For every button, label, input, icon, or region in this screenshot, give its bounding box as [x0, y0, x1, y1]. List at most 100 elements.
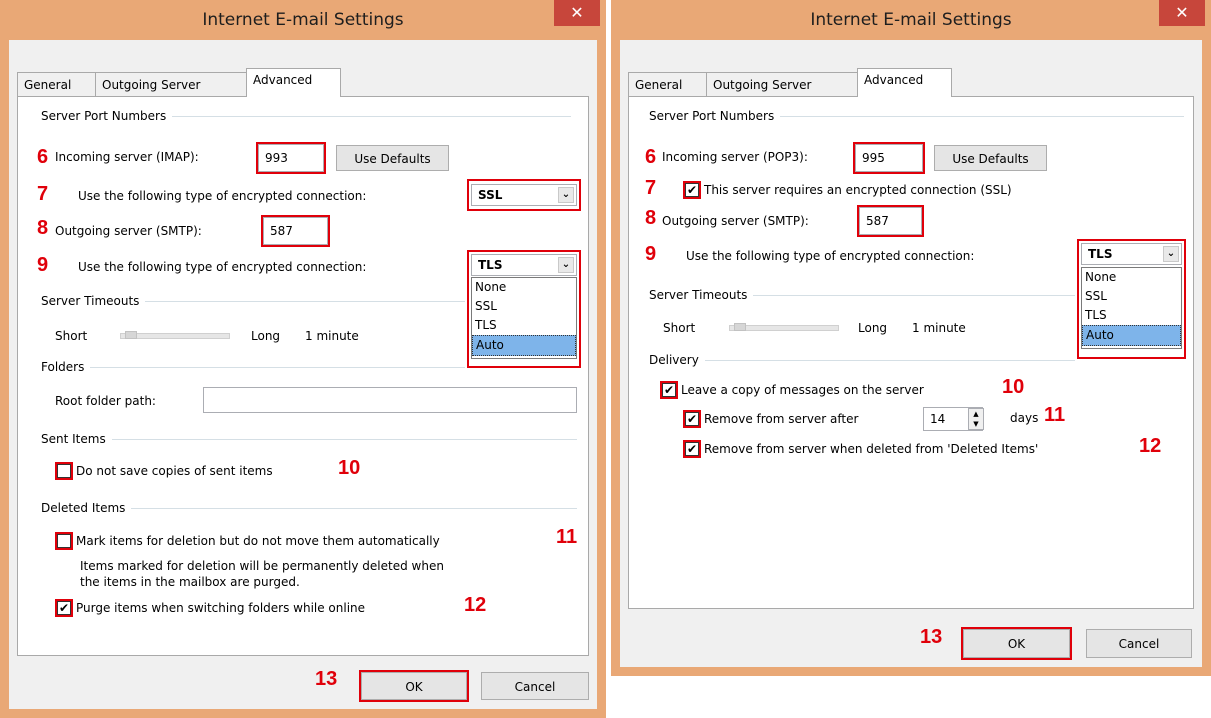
tab-outgoing-server[interactable]: Outgoing Server: [706, 72, 858, 96]
use-defaults-button[interactable]: Use Defaults: [336, 145, 449, 171]
root-folder-label: Root folder path:: [55, 394, 156, 408]
slider-short-label: Short: [663, 321, 696, 335]
remove-when-deleted-checkbox[interactable]: ✔: [683, 440, 701, 458]
incoming-server-label: Incoming server (POP3):: [662, 150, 808, 164]
deleted-items-group: Deleted Items: [41, 501, 577, 515]
tab-general[interactable]: General: [628, 72, 707, 96]
checkmark-icon: ✔: [663, 383, 675, 397]
slider-short-label: Short: [55, 329, 88, 343]
title-bar: Internet E-mail Settings ✕: [0, 0, 606, 40]
step-label-8: 8: [37, 217, 49, 239]
selected-value: SSL: [478, 188, 503, 202]
tab-general[interactable]: General: [17, 72, 96, 96]
internet-email-settings-dialog-imap: Internet E-mail Settings ✕ General Outgo…: [0, 0, 606, 718]
step-label-13: 13: [920, 626, 943, 648]
days-label: days: [1010, 411, 1039, 425]
step-label-9: 9: [645, 243, 657, 265]
do-not-save-sent-checkbox[interactable]: [55, 462, 73, 480]
step-label-7: 7: [37, 183, 49, 205]
leave-copy-label: Leave a copy of messages on the server: [681, 383, 924, 397]
step-label-11: 11: [556, 526, 578, 548]
timeout-value: 1 minute: [912, 321, 966, 335]
selected-value: TLS: [1088, 247, 1113, 261]
remove-after-label: Remove from server after: [704, 412, 859, 426]
close-icon: ✕: [570, 3, 584, 22]
ok-button[interactable]: OK: [359, 670, 469, 702]
require-ssl-checkbox[interactable]: ✔: [683, 181, 701, 199]
dropdown-option-auto[interactable]: Auto: [1082, 325, 1181, 346]
timeout-value: 1 minute: [305, 329, 359, 343]
checkmark-icon: ✔: [686, 412, 698, 426]
step-label-13: 13: [315, 668, 338, 690]
incoming-server-label: Incoming server (IMAP):: [55, 150, 199, 164]
incoming-port-field[interactable]: 993: [256, 142, 326, 174]
step-label-6: 6: [37, 146, 49, 168]
server-timeouts-group: Server Timeouts: [41, 294, 465, 308]
ok-button[interactable]: OK: [961, 627, 1072, 660]
step-label-8: 8: [645, 207, 657, 229]
outgoing-encryption-label: Use the following type of encrypted conn…: [78, 260, 367, 274]
incoming-encryption-select[interactable]: SSL ⌄: [471, 184, 577, 206]
dropdown-option-none[interactable]: None: [472, 278, 576, 297]
timeout-slider-thumb[interactable]: [734, 323, 746, 331]
dialog-body: General Outgoing Server Advanced Server …: [620, 40, 1202, 667]
chevron-down-icon: ⌄: [558, 257, 574, 273]
outgoing-encryption-select[interactable]: TLS ⌄: [471, 254, 577, 276]
encryption-dropdown-list: None SSL TLS Auto: [1081, 267, 1182, 349]
tab-advanced[interactable]: Advanced: [246, 68, 341, 97]
leave-copy-checkbox[interactable]: ✔: [660, 381, 678, 399]
dialog-body: General Outgoing Server Advanced Server …: [9, 40, 597, 709]
close-icon: ✕: [1175, 3, 1189, 22]
spinner-arrows-icon[interactable]: ▲ ▼: [968, 408, 984, 430]
group-label: Server Port Numbers: [41, 109, 167, 123]
remove-after-checkbox[interactable]: ✔: [683, 410, 701, 428]
group-label: Server Port Numbers: [649, 109, 775, 123]
title-bar: Internet E-mail Settings ✕: [611, 0, 1211, 40]
dropdown-option-ssl[interactable]: SSL: [1082, 287, 1181, 306]
chevron-down-icon: ⌄: [558, 187, 574, 203]
dropdown-option-ssl[interactable]: SSL: [472, 297, 576, 316]
step-label-6: 6: [645, 146, 657, 168]
use-defaults-button[interactable]: Use Defaults: [934, 145, 1047, 171]
folders-group: Folders: [41, 360, 465, 374]
advanced-panel: Server Port Numbers 6 Incoming server (I…: [17, 96, 589, 656]
dropdown-option-tls[interactable]: TLS: [1082, 306, 1181, 325]
require-ssl-label: This server requires an encrypted connec…: [704, 183, 1012, 197]
outgoing-port-field[interactable]: 587: [261, 215, 330, 247]
close-button[interactable]: ✕: [1159, 0, 1205, 26]
outgoing-server-label: Outgoing server (SMTP):: [662, 214, 809, 228]
server-port-numbers-group: Server Port Numbers: [41, 109, 571, 123]
cancel-button[interactable]: Cancel: [1086, 629, 1192, 658]
checkmark-icon: ✔: [58, 601, 70, 615]
step-label-11: 11: [1044, 404, 1066, 426]
outgoing-port-field[interactable]: 587: [857, 205, 924, 237]
dropdown-option-tls[interactable]: TLS: [472, 316, 576, 335]
tab-advanced[interactable]: Advanced: [857, 68, 952, 97]
incoming-port-field[interactable]: 995: [853, 142, 925, 174]
outgoing-encryption-select[interactable]: TLS ⌄: [1081, 243, 1182, 265]
delivery-group: Delivery: [649, 353, 1075, 367]
mark-for-deletion-label: Mark items for deletion but do not move …: [76, 534, 440, 548]
close-button[interactable]: ✕: [554, 0, 600, 26]
group-label: Server Timeouts: [649, 288, 748, 302]
cancel-button[interactable]: Cancel: [481, 672, 589, 700]
group-label: Deleted Items: [41, 501, 126, 515]
dropdown-option-auto[interactable]: Auto: [472, 335, 576, 356]
internet-email-settings-dialog-pop3: Internet E-mail Settings ✕ General Outgo…: [611, 0, 1211, 676]
purge-items-label: Purge items when switching folders while…: [76, 601, 366, 615]
dropdown-option-none[interactable]: None: [1082, 268, 1181, 287]
encryption-dropdown-list: None SSL TLS Auto: [471, 277, 577, 359]
timeout-slider-thumb[interactable]: [125, 331, 137, 339]
slider-long-label: Long: [251, 329, 281, 343]
step-label-10: 10: [338, 457, 361, 479]
tab-outgoing-server[interactable]: Outgoing Server: [95, 72, 247, 96]
root-folder-input[interactable]: [203, 387, 577, 413]
dialog-title: Internet E-mail Settings: [810, 10, 1012, 30]
group-label: Folders: [41, 360, 85, 374]
purge-items-checkbox[interactable]: ✔: [55, 599, 73, 617]
mark-for-deletion-checkbox[interactable]: [55, 532, 73, 550]
group-label: Sent Items: [41, 432, 106, 446]
step-label-7: 7: [645, 177, 657, 199]
step-label-12: 12: [1139, 435, 1162, 457]
checkmark-icon: ✔: [686, 442, 698, 456]
